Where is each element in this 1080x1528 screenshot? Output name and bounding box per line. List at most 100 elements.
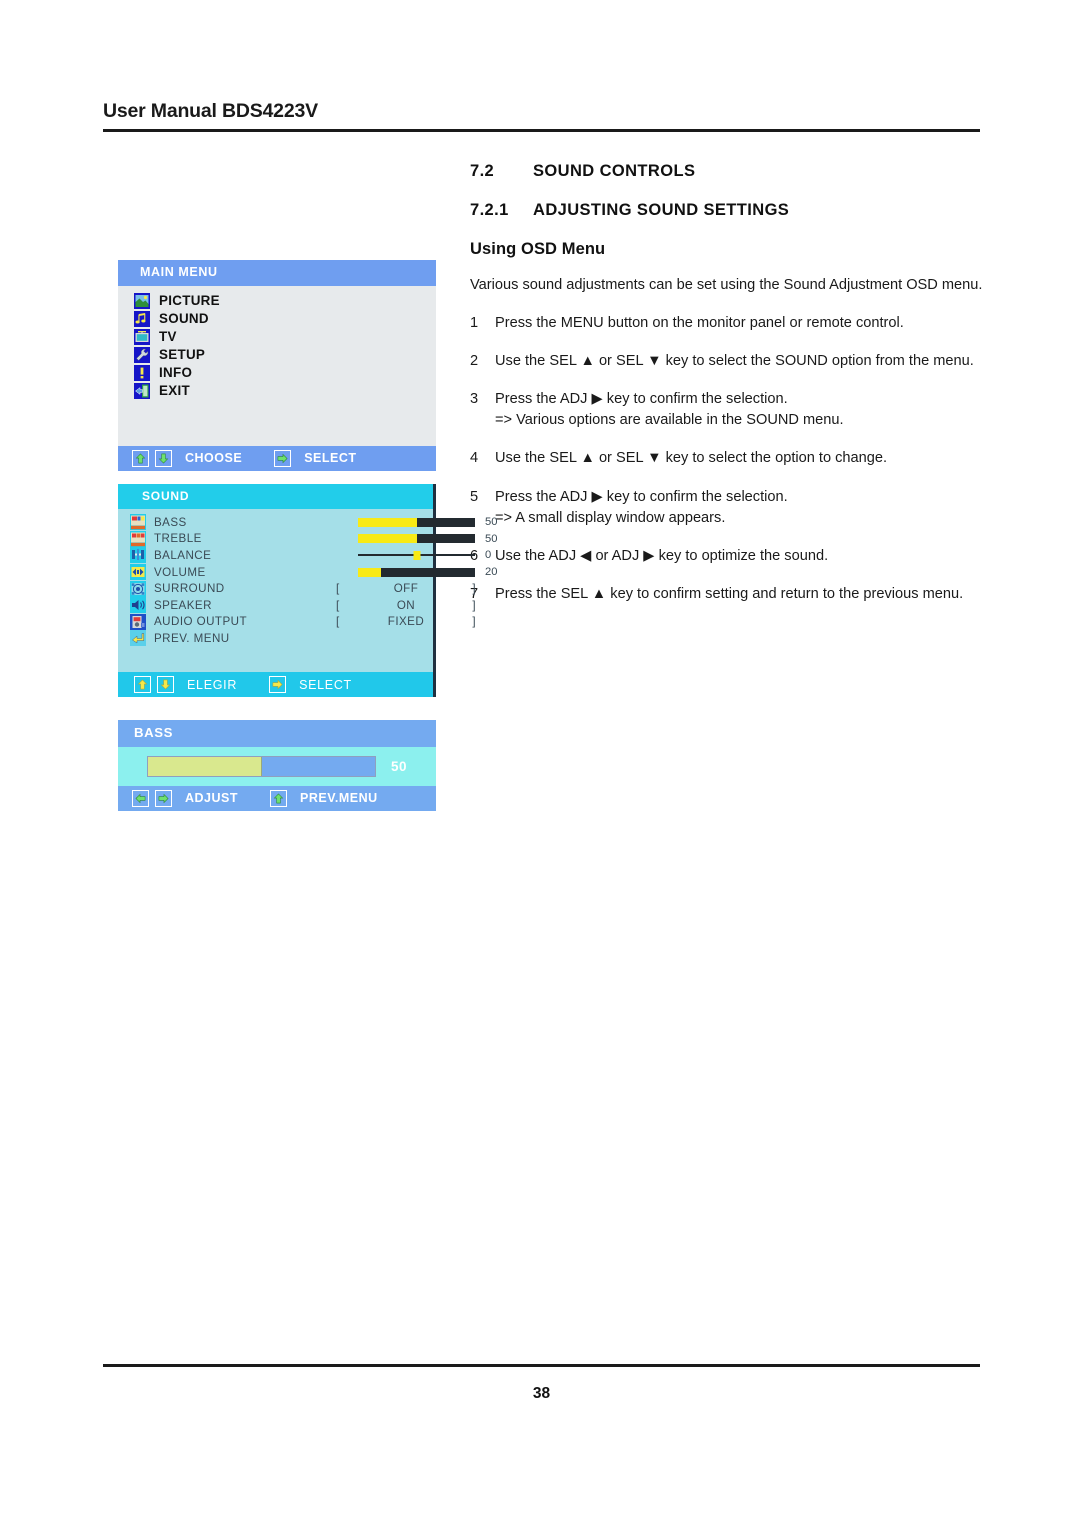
bass-slider-track[interactable] [358, 517, 475, 527]
step-text: Use the ADJ ◀ or ADJ ▶ key to optimize t… [495, 547, 829, 564]
bracket-left: [ [336, 615, 340, 629]
step-number: 4 [470, 450, 479, 467]
speaker-option[interactable]: [ ON ] [336, 599, 476, 612]
sound-row-label: AUDIO OUTPUT [154, 615, 247, 629]
content-column: 7.2 SOUND CONTROLS 7.2.1 ADJUSTING SOUND… [470, 162, 985, 622]
sound-row-control[interactable]: 0 [312, 547, 505, 564]
arrow-right-key-icon[interactable] [274, 449, 292, 467]
page-title: User Manual BDS4223V [103, 100, 318, 122]
menu-item-label: SOUND [159, 311, 209, 327]
menu-item-sound[interactable]: SOUND [118, 310, 436, 328]
bass-window-slider-track[interactable] [147, 755, 376, 777]
surround-value: OFF [393, 582, 419, 596]
sound-row-control[interactable]: [ ON ] [312, 597, 476, 614]
sound-row-label: SPEAKER [154, 598, 212, 612]
footer-choose-label: CHOOSE [185, 451, 243, 466]
arrow-down-key-icon[interactable] [155, 449, 172, 467]
volume-value: 20 [485, 566, 498, 579]
step-item: 5 Press the ADJ ▶ key to confirm the sel… [470, 487, 985, 529]
volume-slider-track[interactable] [358, 567, 475, 577]
balance-icon [130, 547, 146, 564]
sound-row-control[interactable]: 20 [312, 564, 505, 581]
balance-slider-knob[interactable] [413, 550, 420, 560]
surround-icon [130, 580, 146, 597]
step-subtext: => Various options are available in the … [495, 412, 844, 429]
page-number: 38 [532, 1385, 551, 1402]
audio-output-icon [130, 613, 146, 630]
sound-row-prev-menu[interactable]: PREV. MENU [118, 630, 433, 647]
sound-row-audio-output[interactable]: AUDIO OUTPUT [ FIXED ] [118, 613, 476, 631]
arrow-down-key-icon[interactable] [157, 676, 174, 693]
sound-row-speaker[interactable]: SPEAKER [ ON ] [118, 597, 476, 614]
step-text-wrap: Press the ADJ ▶ key to confirm the selec… [495, 487, 985, 529]
step-number: 2 [470, 352, 479, 369]
sound-menu-body: BASS 50 TREBLE 50 BALANCE 0 VOLUME 20 SU… [118, 509, 497, 672]
treble-icon [130, 530, 146, 547]
bass-window-title: BASS [118, 720, 436, 747]
menu-item-picture[interactable]: PICTURE [118, 292, 436, 310]
section-title-7-2: SOUND CONTROLS [533, 162, 696, 180]
main-menu-title: MAIN MENU [118, 260, 436, 286]
tv-icon [134, 328, 150, 345]
audio-output-option[interactable]: [ FIXED ] [336, 615, 476, 628]
sound-row-label: BASS [154, 515, 187, 529]
setup-wrench-icon [134, 346, 150, 363]
intro-paragraph: Various sound adjustments can be set usi… [470, 277, 983, 293]
sound-row-control[interactable]: 50 [312, 531, 505, 548]
sound-menu-title: SOUND [118, 484, 433, 509]
section-heading-7-2-1: 7.2.1 ADJUSTING SOUND SETTINGS [470, 201, 985, 220]
balance-slider-track[interactable] [358, 550, 475, 560]
sound-row-surround[interactable]: SURROUND [ OFF ] [118, 580, 476, 597]
sound-row-control[interactable]: [ FIXED ] [312, 614, 476, 631]
sound-row-control [312, 630, 433, 647]
osd-sound-menu: SOUND BASS 50 TREBLE 50 BALANCE 0 VOLUME… [118, 484, 497, 697]
page-footer: 38 [103, 1364, 980, 1403]
arrow-up-key-icon[interactable] [134, 676, 151, 693]
arrow-up-key-icon[interactable] [270, 789, 288, 807]
sound-row-treble[interactable]: TREBLE 50 [118, 530, 497, 548]
section-number-7-2: 7.2 [470, 162, 495, 180]
treble-slider-track[interactable] [358, 534, 475, 544]
bracket-left: [ [336, 582, 340, 596]
menu-item-label: PICTURE [159, 293, 220, 309]
osd-bass-window: BASS 50 ADJUST PREV.MENU [118, 720, 436, 811]
bracket-left: [ [336, 598, 340, 612]
subheading-using-osd-menu: Using OSD Menu [470, 240, 606, 258]
menu-item-setup[interactable]: SETUP [118, 346, 436, 364]
step-item: 4 Use the SEL ▲ or SEL ▼ key to select t… [470, 448, 985, 469]
menu-item-label: EXIT [159, 383, 190, 399]
sound-row-control[interactable]: [ OFF ] [312, 580, 476, 597]
arrow-right-key-icon[interactable] [269, 676, 287, 693]
sound-row-volume[interactable]: VOLUME 20 [118, 564, 497, 581]
sound-row-label: PREV. MENU [154, 631, 230, 645]
sound-row-label: BALANCE [154, 548, 212, 562]
exit-icon [134, 382, 150, 399]
arrow-up-key-icon[interactable] [132, 449, 149, 467]
menu-item-tv[interactable]: TV [118, 328, 436, 346]
section-heading-7-2: 7.2 SOUND CONTROLS [470, 162, 985, 181]
sound-row-balance[interactable]: BALANCE 0 [118, 547, 491, 564]
bass-icon [130, 514, 146, 531]
section-number-7-2-1: 7.2.1 [470, 201, 509, 219]
footer-select-label: SELECT [299, 677, 352, 692]
main-menu-body: PICTURE SOUND TV SETUP INFO EXIT [118, 285, 436, 446]
arrow-left-key-icon[interactable] [132, 789, 149, 807]
bass-window-value: 50 [391, 758, 408, 774]
sound-icon [134, 310, 150, 327]
menu-item-info[interactable]: INFO [118, 364, 436, 382]
step-subtext: => A small display window appears. [495, 509, 726, 526]
sound-row-bass[interactable]: BASS 50 [118, 514, 497, 531]
surround-option[interactable]: [ OFF ] [336, 582, 476, 595]
step-text: Press the ADJ ▶ key to confirm the selec… [495, 391, 788, 408]
speaker-icon [130, 597, 146, 614]
main-menu-footer: CHOOSE SELECT [118, 445, 436, 471]
sound-row-control[interactable]: 50 [312, 514, 505, 531]
step-text: Press the MENU button on the monitor pan… [495, 314, 904, 331]
arrow-right-key-icon[interactable] [155, 789, 172, 807]
header-rule [103, 129, 980, 132]
step-text: Press the SEL ▲ key to confirm setting a… [495, 585, 964, 602]
menu-item-exit[interactable]: EXIT [118, 382, 436, 400]
balance-value: 0 [485, 549, 492, 562]
info-icon [134, 364, 150, 381]
step-number: 1 [470, 314, 479, 331]
